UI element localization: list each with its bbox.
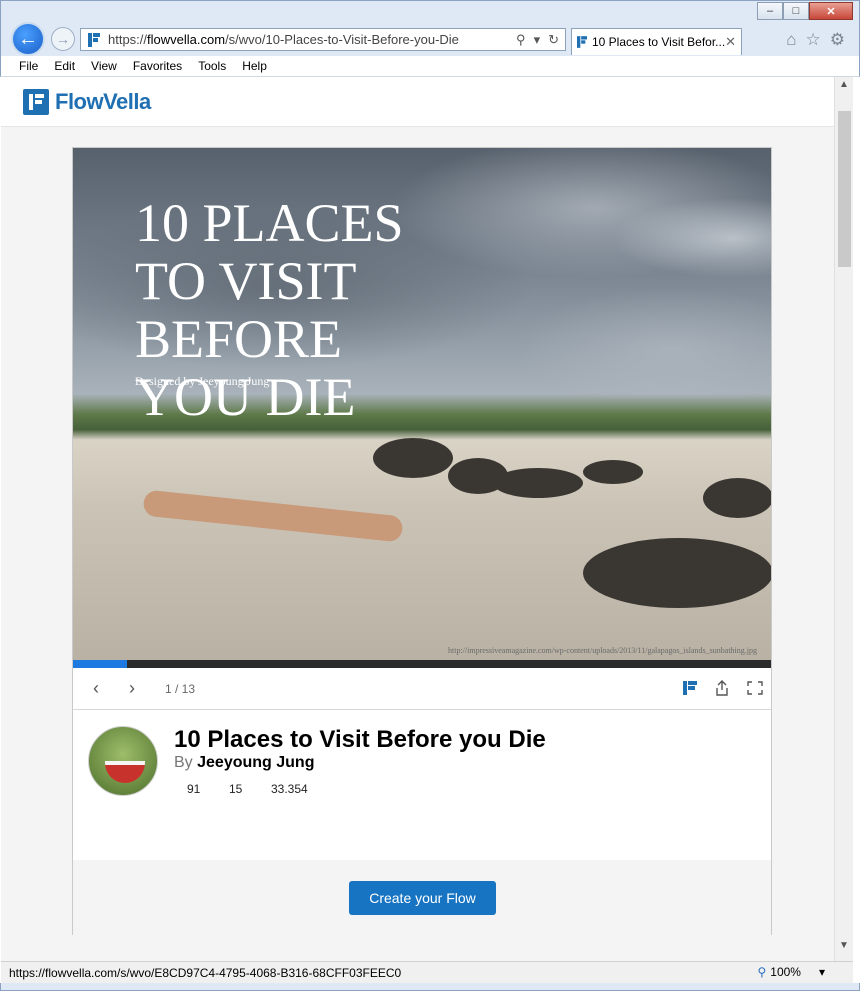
close-window-button[interactable]: ✕ (809, 2, 853, 20)
slide-progress-bar[interactable] (73, 660, 771, 668)
next-slide-chevron-icon[interactable]: › (129, 678, 165, 699)
share-icon[interactable] (715, 680, 729, 696)
menu-edit[interactable]: Edit (46, 59, 83, 73)
browser-tab[interactable]: 10 Places to Visit Befor... ✕ (571, 28, 742, 55)
sea-lion-shape (373, 438, 453, 478)
author-name[interactable]: Jeeyoung Jung (197, 754, 314, 771)
slide-controls: ‹ › 1 / 13 (73, 668, 771, 710)
address-bar[interactable]: https://flowvella.com/s/wvo/10-Places-to… (80, 28, 566, 51)
menu-file[interactable]: File (11, 59, 46, 73)
by-label: By (174, 754, 193, 771)
maximize-button[interactable]: □ (783, 2, 809, 20)
back-arrow-icon: ← (18, 27, 38, 50)
prev-slide-chevron-icon[interactable]: ‹ (93, 678, 129, 699)
menu-tools[interactable]: Tools (190, 59, 234, 73)
menu-help[interactable]: Help (234, 59, 275, 73)
flow-title: 10 Places to Visit Before you Die (174, 726, 546, 753)
author-avatar[interactable] (88, 726, 158, 796)
flow-card: 10 PLACES TO VISIT BEFORE YOU DIE Design… (72, 147, 772, 936)
tab-title: 10 Places to Visit Befor... (592, 35, 726, 49)
stat-value: 91 (187, 782, 201, 796)
site-logo-text[interactable]: FlowVella (55, 89, 151, 115)
site-header: FlowVella (1, 77, 834, 127)
forward-button[interactable]: → (51, 27, 75, 51)
favorites-star-icon[interactable]: ☆ (806, 30, 821, 50)
dropdown-icon[interactable]: ▾ (534, 32, 541, 48)
forward-arrow-icon: → (56, 31, 70, 47)
menu-bar: File Edit View Favorites Tools Help (0, 56, 860, 77)
slide-image[interactable]: 10 PLACES TO VISIT BEFORE YOU DIE Design… (73, 148, 771, 660)
sea-lion-shape (703, 478, 771, 518)
scroll-up-icon[interactable]: ▲ (839, 79, 849, 90)
slide-subtitle: Designed by Jeeyoung Jung (135, 374, 270, 388)
sunbather-shape (142, 489, 404, 543)
minimize-button[interactable]: – (757, 2, 783, 20)
slide-title: 10 PLACES TO VISIT BEFORE YOU DIE (135, 193, 404, 427)
slide-progress-fill (73, 660, 127, 668)
cta-section: Create your Flow (73, 860, 771, 936)
page-viewport: FlowVella 10 PLACES TO VISIT BEFORE YOU … (1, 77, 834, 961)
sea-lion-shape (583, 460, 643, 484)
stat-value: 15 (229, 782, 243, 796)
sea-lion-shape (493, 468, 583, 498)
zoom-dropdown-icon[interactable]: ▾ (819, 965, 825, 979)
scrollbar-thumb[interactable] (838, 111, 851, 267)
menu-view[interactable]: View (83, 59, 125, 73)
refresh-icon[interactable]: ↻ (548, 32, 559, 48)
image-credit: http://impressiveamagazine.com/wp-conten… (448, 646, 757, 655)
sea-lion-shape (583, 538, 771, 608)
zoom-control[interactable]: ⚲ 100% ▾ (757, 965, 825, 979)
flow-byline: By Jeeyoung Jung (174, 754, 314, 772)
back-button[interactable]: ← (11, 22, 45, 56)
flowvella-logo-icon[interactable] (23, 88, 49, 115)
status-bar: https://flowvella.com/s/wvo/E8CD97C4-479… (1, 961, 853, 983)
zoom-magnifier-icon: ⚲ (757, 965, 767, 979)
settings-gear-icon[interactable]: ⚙ (830, 30, 845, 50)
tab-favicon-icon (577, 36, 587, 48)
zoom-level: 100% (770, 965, 801, 979)
vertical-scrollbar[interactable]: ▲ ▼ (834, 77, 853, 961)
scroll-down-icon[interactable]: ▼ (839, 940, 849, 951)
window-controls: – □ ✕ (757, 2, 853, 20)
home-icon[interactable]: ⌂ (786, 30, 796, 50)
search-icon[interactable]: ⚲ (516, 32, 526, 48)
tab-close-icon[interactable]: ✕ (725, 34, 736, 50)
url-text[interactable]: https://flowvella.com/s/wvo/10-Places-to… (108, 32, 516, 47)
flow-info: 10 Places to Visit Before you Die By Jee… (73, 710, 771, 860)
stat-value: 33.354 (271, 782, 308, 796)
flowvella-embed-icon[interactable] (683, 681, 697, 695)
window-bottom-frame (0, 983, 860, 991)
menu-favorites[interactable]: Favorites (125, 59, 190, 73)
slide-counter: 1 / 13 (165, 681, 196, 696)
create-flow-button[interactable]: Create your Flow (349, 881, 496, 915)
browser-titlebar: – □ ✕ ← → https://flowvella.com/s/wvo/10… (0, 0, 860, 56)
flow-stats: 91 15 33.354 (187, 782, 331, 796)
status-url: https://flowvella.com/s/wvo/E8CD97C4-479… (9, 965, 402, 980)
fullscreen-icon[interactable] (747, 681, 763, 695)
flowvella-favicon-icon (85, 31, 103, 49)
